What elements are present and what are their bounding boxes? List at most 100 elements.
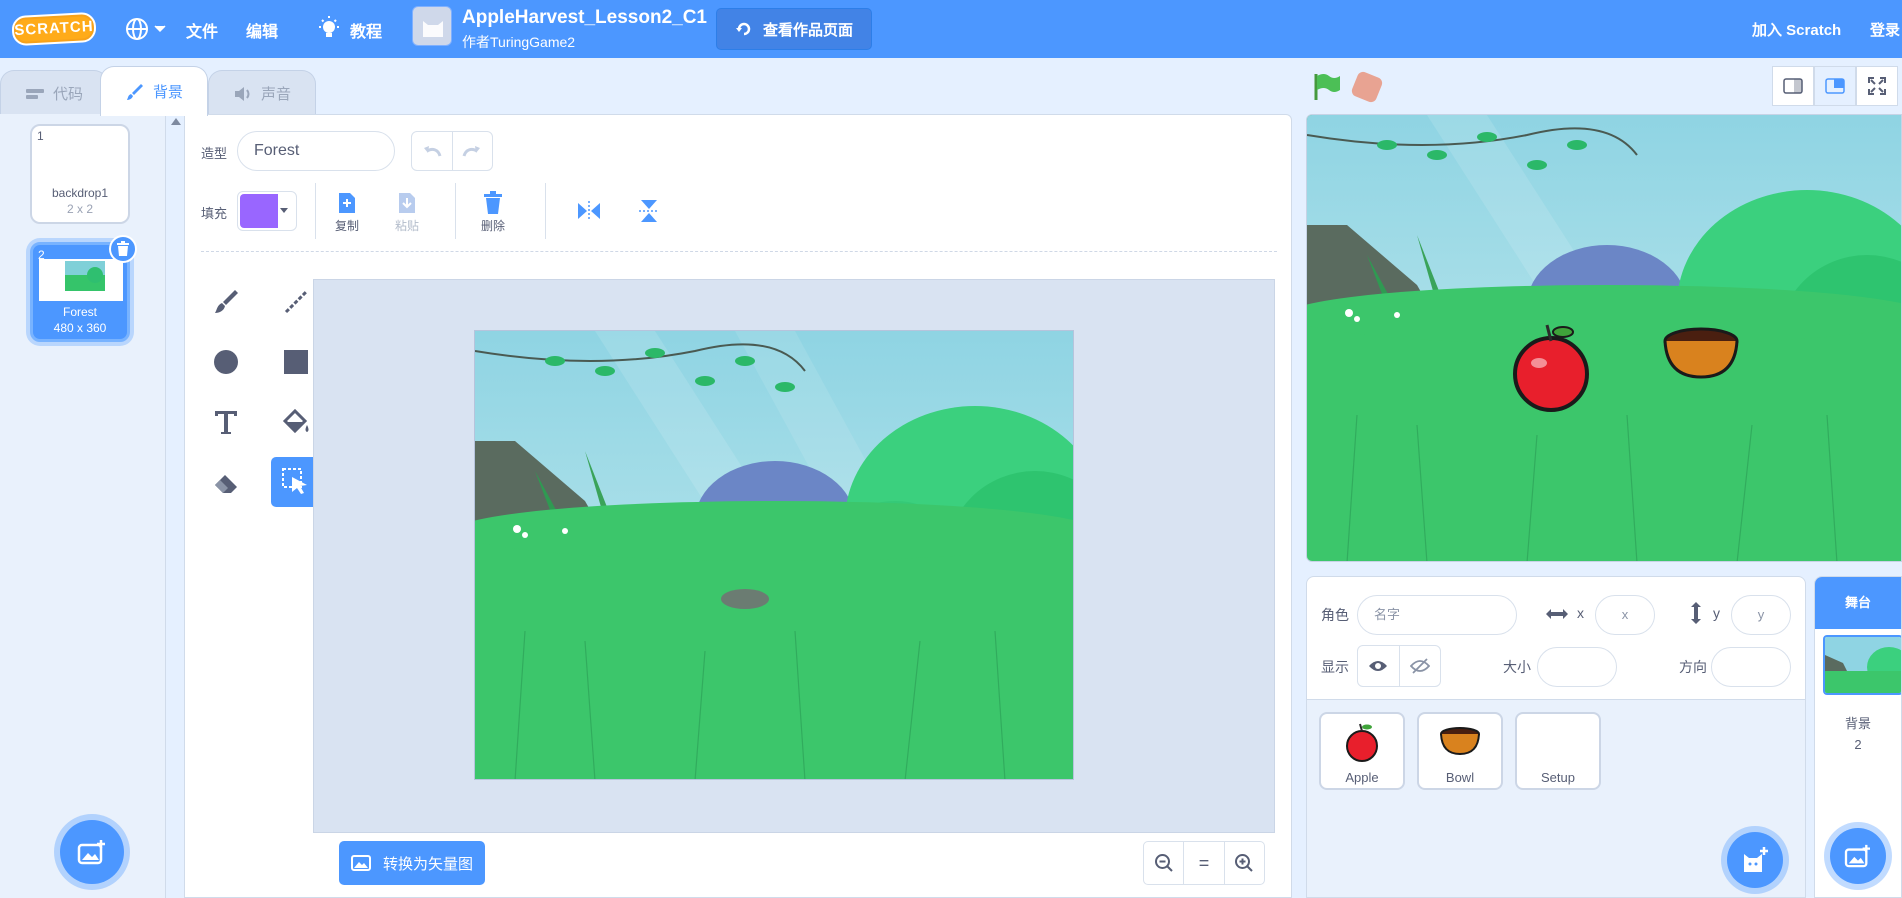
globe-icon: [126, 18, 148, 40]
canvas-area: [313, 279, 1275, 833]
eye-slash-icon: [1409, 658, 1430, 674]
circle-icon: [214, 350, 238, 374]
project-author: 作者TuringGame2: [462, 34, 576, 50]
cat-icon: [423, 21, 443, 37]
eye-icon: [1369, 661, 1388, 671]
zoom-reset-button[interactable]: =: [1183, 842, 1223, 884]
size-input[interactable]: [1537, 647, 1617, 687]
sprite-label: 角色: [1321, 607, 1349, 623]
flip-vertical-icon: [639, 200, 659, 222]
copy-label: 复制: [334, 219, 359, 233]
x-input[interactable]: x: [1595, 595, 1655, 635]
y-label: y: [1713, 605, 1720, 621]
add-image-icon: [77, 840, 105, 865]
sprite-name: Setup: [1541, 770, 1575, 785]
sprite-name: Apple: [1345, 770, 1379, 785]
delete-button[interactable]: 删除: [469, 189, 517, 234]
zoom-controls: =: [1143, 841, 1265, 885]
stage-selector-title: 舞台: [1815, 577, 1901, 629]
edit-menu[interactable]: 编辑: [246, 18, 278, 42]
image-icon: [350, 855, 371, 871]
sprite-tile-bowl[interactable]: Bowl: [1417, 712, 1503, 790]
flip-horizontal-button[interactable]: [565, 189, 613, 233]
horizontal-arrows-icon: [1546, 609, 1568, 619]
brush-icon: [126, 83, 143, 100]
green-flag-button[interactable]: [1312, 72, 1342, 102]
brush-tool[interactable]: [201, 277, 251, 327]
menu-bar: SCRATCH 文件 编辑 教程 AppleHarvest_Lesson2_C1…: [0, 0, 1902, 58]
zoom-out-button[interactable]: [1144, 842, 1183, 884]
tab-backdrops[interactable]: 背景: [100, 66, 208, 116]
tab-code[interactable]: 代码: [0, 70, 108, 116]
sprite-name-input[interactable]: 名字: [1357, 595, 1517, 635]
drawing-canvas[interactable]: [474, 330, 1074, 780]
fill-color-swatch: [240, 194, 278, 228]
show-label: 显示: [1321, 659, 1349, 675]
tutorials-menu[interactable]: 教程: [350, 18, 382, 42]
delete-label: 删除: [480, 219, 505, 233]
see-project-page-label: 查看作品页面: [762, 21, 853, 39]
scroll-up-arrow[interactable]: [171, 118, 181, 125]
zoom-in-button[interactable]: [1223, 842, 1264, 884]
stop-button[interactable]: [1350, 70, 1384, 104]
backdrop-list: 1 backdrop1 2 x 2 2 Forest 480 x 360: [0, 114, 166, 898]
bowl-sprite: [1663, 327, 1739, 379]
costume-label: 造型: [201, 146, 228, 161]
join-scratch-link[interactable]: 加入 Scratch: [1752, 19, 1841, 40]
see-project-page-button[interactable]: 查看作品页面: [716, 8, 872, 50]
sign-in-link[interactable]: 登录: [1870, 19, 1900, 40]
convert-to-vector-button[interactable]: 转换为矢量图: [339, 841, 485, 885]
chevron-down-icon: [154, 25, 166, 33]
tab-sounds[interactable]: 声音: [208, 70, 316, 116]
normal-stage-button[interactable]: [1814, 66, 1856, 106]
backdrop-name: Forest: [62, 305, 97, 319]
choose-stage-backdrop-button[interactable]: [1830, 828, 1886, 884]
circle-tool[interactable]: [201, 337, 251, 387]
backdrop-size: 480 x 360: [53, 321, 107, 335]
fill-color-picker[interactable]: [237, 191, 297, 231]
paste-icon: [399, 193, 415, 213]
tab-backdrops-label: 背景: [152, 84, 183, 101]
lightbulb-icon[interactable]: [316, 15, 342, 43]
sprite-list: Apple Bowl Setup: [1306, 700, 1806, 898]
backdrop-count: 2: [1854, 737, 1862, 752]
undo-button[interactable]: [412, 132, 452, 170]
file-menu[interactable]: 文件: [186, 18, 218, 42]
fullscreen-button[interactable]: [1856, 66, 1898, 106]
sprite-tile-apple[interactable]: Apple: [1319, 712, 1405, 790]
select-cursor-icon: [282, 468, 307, 494]
choose-sprite-button[interactable]: [1727, 832, 1783, 888]
sprite-info-panel: 角色 名字 x x y y 显示 大小 方向: [1306, 576, 1806, 700]
project-title[interactable]: AppleHarvest_Lesson2_C1: [462, 7, 707, 29]
fill-label: 填充: [201, 206, 228, 221]
language-menu[interactable]: [124, 16, 170, 42]
delete-backdrop-button[interactable]: [109, 235, 137, 263]
scratch-logo[interactable]: SCRATCH: [11, 11, 97, 47]
speaker-icon: [234, 86, 250, 101]
stage[interactable]: [1306, 114, 1902, 562]
rectangle-icon: [284, 350, 308, 374]
text-tool[interactable]: [201, 397, 251, 447]
sprite-name: Bowl: [1445, 770, 1475, 785]
refresh-icon: [735, 22, 751, 36]
copy-button[interactable]: 复制: [323, 189, 371, 234]
hide-sprite-button[interactable]: [1398, 646, 1441, 686]
small-stage-button[interactable]: [1772, 66, 1814, 106]
project-thumbnail: [412, 6, 452, 46]
backdrop-tile-selected[interactable]: 2 Forest 480 x 360: [30, 235, 137, 342]
choose-backdrop-button[interactable]: [60, 820, 124, 884]
direction-input[interactable]: [1711, 647, 1791, 687]
backdrop-thumbnail: [39, 259, 123, 301]
costume-name-input[interactable]: Forest: [237, 131, 395, 171]
y-input[interactable]: y: [1731, 595, 1791, 635]
eraser-tool[interactable]: [201, 457, 251, 507]
sprite-tile-setup[interactable]: Setup: [1515, 712, 1601, 790]
small-stage-icon: [1783, 78, 1803, 94]
flip-vertical-button[interactable]: [625, 189, 673, 233]
paint-bucket-icon: [282, 408, 309, 434]
show-sprite-button[interactable]: [1358, 646, 1399, 686]
paste-button[interactable]: 粘贴: [383, 189, 431, 234]
visibility-toggle: [1357, 645, 1441, 687]
redo-button[interactable]: [451, 132, 493, 170]
backdrop-tile[interactable]: 1 backdrop1 2 x 2: [30, 124, 130, 224]
